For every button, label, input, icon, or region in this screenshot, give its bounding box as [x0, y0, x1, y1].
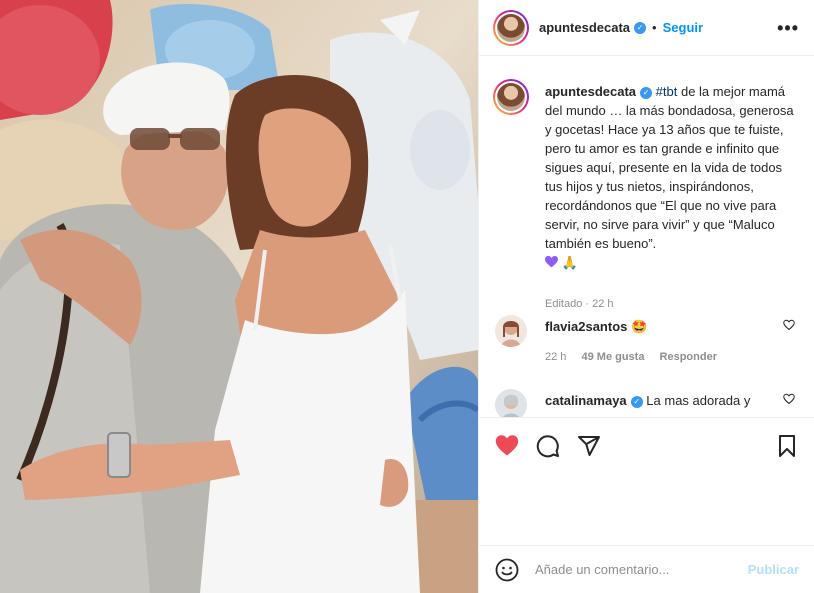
- comment-like-heart-icon[interactable]: [783, 393, 795, 405]
- edited-label: Editado: [545, 298, 583, 310]
- post-photo[interactable]: [0, 0, 478, 593]
- author-username[interactable]: apuntesdecata: [539, 20, 630, 35]
- post-sidebar: apuntesdecata ✓ • Seguir ••• apuntesdeca…: [478, 0, 814, 593]
- comment-body: La mas adorada y: [646, 393, 751, 408]
- publish-button[interactable]: Publicar: [748, 562, 799, 577]
- commenter-avatar-image: [495, 315, 527, 347]
- verified-badge-icon: ✓: [634, 21, 647, 34]
- comment-meta: 22 h 49 Me gusta Responder: [545, 351, 729, 363]
- comment-likes[interactable]: 49 Me gusta: [581, 351, 644, 363]
- paper-plane-icon[interactable]: [577, 434, 601, 458]
- comment-text-block: catalinamaya ✓ La mas adorada y: [545, 392, 775, 410]
- comment-body: 🤩: [631, 319, 648, 334]
- caption-body: de la mejor mamá del mundo … la más bond…: [545, 84, 794, 251]
- comment-text-block: flavia2santos 🤩: [545, 318, 775, 336]
- praying-hands-icon: 🙏: [561, 255, 578, 270]
- heart-filled-icon[interactable]: [495, 434, 519, 458]
- bookmark-icon[interactable]: [775, 434, 799, 458]
- author-avatar-image: [497, 13, 525, 42]
- more-options-icon[interactable]: •••: [777, 18, 799, 39]
- post-header: apuntesdecata ✓ • Seguir •••: [479, 0, 814, 56]
- comment-composer: Publicar: [479, 545, 814, 593]
- commenter-avatar[interactable]: [495, 315, 527, 347]
- caption-avatar[interactable]: [493, 79, 529, 115]
- comment-username[interactable]: catalinamaya: [545, 393, 627, 408]
- commenter-avatar[interactable]: [495, 389, 527, 417]
- caption-time[interactable]: 22 h: [592, 298, 613, 310]
- caption-avatar-image: [497, 83, 525, 111]
- verified-badge-icon: ✓: [630, 395, 643, 408]
- comment-username[interactable]: flavia2santos: [545, 319, 627, 334]
- comment-like-heart-icon[interactable]: [783, 319, 795, 331]
- caption-text-block: apuntesdecata ✓ #tbt de la mejor mamá del…: [545, 82, 801, 272]
- commenter-avatar-image: [495, 389, 527, 417]
- smiley-icon[interactable]: [495, 558, 519, 582]
- comments-scroll-area[interactable]: apuntesdecata ✓ #tbt de la mejor mamá del…: [479, 57, 814, 417]
- comment-bubble-icon[interactable]: [536, 434, 560, 458]
- reply-button[interactable]: Responder: [660, 351, 717, 363]
- caption-hashtag[interactable]: #tbt: [656, 84, 678, 99]
- author-avatar[interactable]: [493, 9, 529, 46]
- caption-meta: Editado · 22 h: [545, 298, 614, 310]
- verified-badge-icon: ✓: [640, 86, 653, 99]
- comment-input[interactable]: [535, 562, 735, 577]
- caption-username[interactable]: apuntesdecata: [545, 84, 636, 99]
- post-actions-bar: [479, 417, 814, 471]
- purple-heart-icon: [545, 256, 558, 268]
- caption-meta-separator: ·: [585, 298, 590, 310]
- photo-illustration: [0, 0, 478, 593]
- comment-time[interactable]: 22 h: [545, 351, 566, 363]
- follow-button[interactable]: Seguir: [663, 20, 703, 35]
- post-modal: apuntesdecata ✓ • Seguir ••• apuntesdeca…: [0, 0, 814, 593]
- header-separator: •: [652, 20, 657, 35]
